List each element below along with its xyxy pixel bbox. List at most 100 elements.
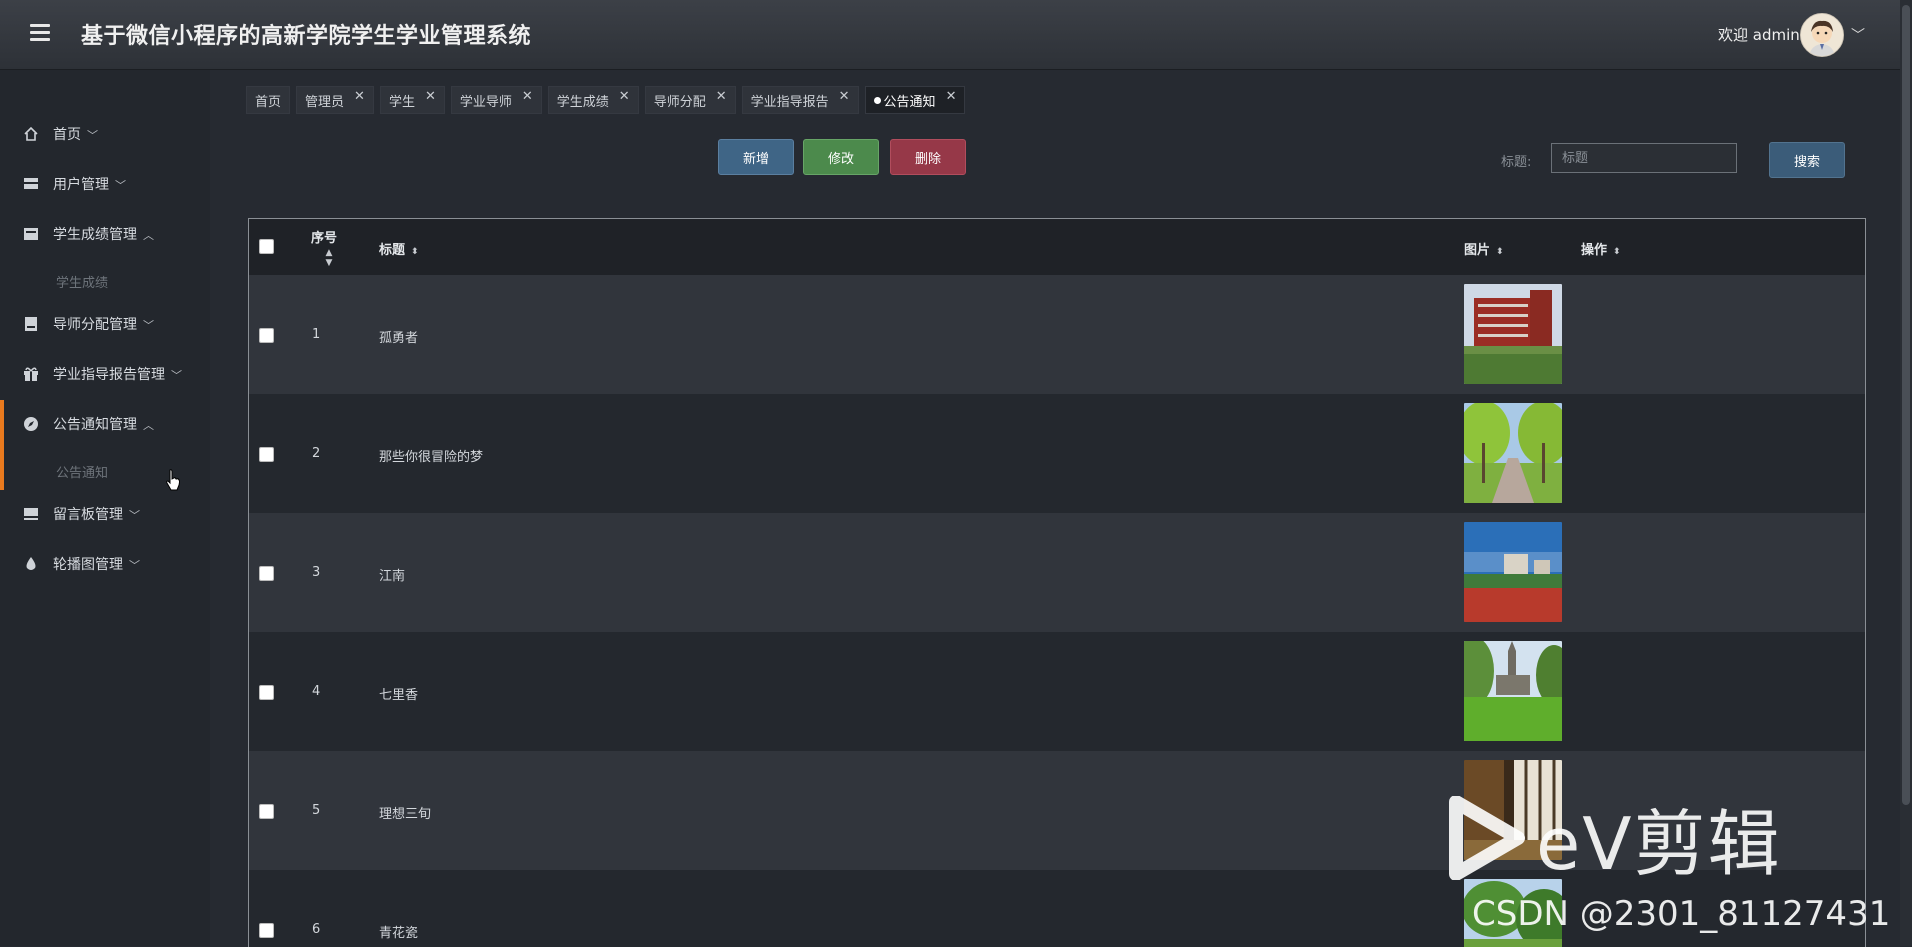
search-button[interactable]: 搜索 [1769,142,1845,178]
row-checkbox[interactable] [259,328,274,343]
add-button[interactable]: 新增 [718,139,794,175]
row-index: 6 [312,922,321,937]
column-header-title[interactable]: 标题 ⬍ [379,239,419,258]
chevron-down-icon: ﹀ [115,179,126,192]
table-header: 序号 ▲ ▼ 标题 ⬍ 图片 ⬍ 操作 ⬍ [249,219,1865,275]
search-input[interactable] [1551,143,1737,173]
close-icon[interactable]: ✕ [839,89,850,104]
row-index: 1 [312,327,321,342]
row-title: 那些你很冒险的梦 [379,450,484,465]
close-icon[interactable]: ✕ [425,89,436,104]
table-row[interactable]: 4 七里香 [249,632,1865,751]
grade-icon [22,225,40,243]
church-lawn-photo[interactable] [1464,641,1562,741]
row-title: 孤勇者 [379,331,419,346]
tab-grade[interactable]: 学生成绩 ✕ [547,86,639,114]
sidebar-item-grade-manage[interactable]: 学生成绩管理 ︿ [0,214,210,254]
tree-road-photo[interactable] [1464,403,1562,503]
tab-home[interactable]: 首页 [246,86,291,114]
row-checkbox[interactable] [259,566,274,581]
table-row[interactable]: 2 那些你很冒险的梦 [249,394,1865,513]
row-title: 青花瓷 [379,926,419,941]
row-checkbox[interactable] [259,685,274,700]
row-index: 3 [312,565,321,580]
row-title: 七里香 [379,688,419,703]
page-scrollbar[interactable] [1900,0,1912,946]
ev-watermark: eV剪辑 [1448,785,1782,890]
sidebar-item-user-manage[interactable]: 用户管理 ﹀ [0,164,210,204]
sort-icon: ⬍ [1496,247,1504,257]
campus-track-photo[interactable] [1464,522,1562,622]
row-checkbox[interactable] [259,804,274,819]
chevron-up-icon: ︿ [143,229,154,242]
close-icon[interactable]: ✕ [946,89,957,104]
app-title: 基于微信小程序的高新学院学生学业管理系统 [81,24,532,49]
home-icon [22,125,40,143]
close-icon[interactable]: ✕ [716,89,727,104]
sidebar: 首页 ﹀ 用户管理 ﹀ 学生成绩管理 ︿ 学生成绩 导师分配管理 ﹀ 学业指导报告管理 ﹀… [0,70,210,946]
gift-icon [22,365,40,383]
table-row[interactable]: 3 江南 [249,513,1865,632]
user-dropdown-chevron-icon[interactable]: ﹀ [1851,25,1865,45]
top-header: 基于微信小程序的高新学院学生学业管理系统 欢迎 admin ﹀ [0,0,1912,70]
sidebar-item-notice-manage[interactable]: 公告通知管理 ︿ [0,400,210,490]
chevron-down-icon: ﹀ [87,129,98,142]
avatar[interactable] [1800,13,1844,57]
tutor-icon [22,315,40,333]
sidebar-item-label: 用户管理 [53,177,109,193]
column-header-action[interactable]: 操作 ⬍ [1581,239,1621,258]
tab-assign[interactable]: 导师分配 ✕ [644,86,736,114]
row-index: 2 [312,446,321,461]
sidebar-item-home[interactable]: 首页 ﹀ [0,114,210,154]
row-checkbox[interactable] [259,447,274,462]
sort-icon: ⬍ [411,247,419,257]
sidebar-item-tutor-assign[interactable]: 导师分配管理 ﹀ [0,304,210,344]
table-row[interactable]: 1 孤勇者 [249,275,1865,394]
sidebar-item-message-board[interactable]: 留言板管理 ﹀ [0,494,210,534]
tab-report[interactable]: 学业指导报告 ✕ [741,86,859,114]
building-photo[interactable] [1464,284,1562,384]
sidebar-item-label: 学业指导报告管理 [53,367,165,383]
sidebar-item-report-manage[interactable]: 学业指导报告管理 ﹀ [0,354,210,394]
sidebar-item-carousel[interactable]: 轮播图管理 ﹀ [0,544,210,584]
column-header-image[interactable]: 图片 ⬍ [1464,239,1504,258]
tab-tutor[interactable]: 学业导师 ✕ [450,86,542,114]
chevron-down-icon: ﹀ [129,559,140,572]
chevron-down-icon: ﹀ [143,319,154,332]
row-title: 理想三旬 [379,807,432,822]
avatar-image [1801,14,1843,56]
close-icon[interactable]: ✕ [354,89,365,104]
ev-watermark-text: eV剪辑 [1536,802,1782,886]
play-logo-icon [1449,795,1525,880]
tab-admin[interactable]: 管理员 ✕ [296,86,374,114]
drop-icon [22,555,40,573]
close-icon[interactable]: ✕ [619,89,630,104]
sidebar-subitem-notice[interactable]: 公告通知 [56,462,108,481]
menu-toggle-icon[interactable] [30,24,50,42]
edit-button[interactable]: 修改 [803,139,879,175]
hand-cursor-icon [166,469,180,491]
sidebar-item-label: 留言板管理 [53,507,123,523]
chevron-down-icon: ﹀ [129,509,140,522]
sort-icon: ⬍ [1613,247,1621,257]
welcome-text: 欢迎 admin [1718,26,1800,44]
sort-icon: ▲ ▼ [325,248,333,268]
tab-student[interactable]: 学生 ✕ [379,86,445,114]
close-icon[interactable]: ✕ [522,89,533,104]
chevron-up-icon: ︿ [143,419,154,432]
sidebar-item-label: 导师分配管理 [53,317,137,333]
scrollbar-thumb[interactable] [1902,5,1910,805]
sidebar-item-label: 轮播图管理 [53,557,123,573]
sidebar-subitem-student-grade[interactable]: 学生成绩 [56,272,108,291]
board-icon [22,505,40,523]
column-header-index[interactable]: 序号 ▲ ▼ [311,227,337,268]
row-checkbox[interactable] [259,923,274,938]
row-index: 5 [312,803,321,818]
delete-button[interactable]: 删除 [890,139,966,175]
row-title: 江南 [379,569,406,584]
user-manage-icon [22,175,40,193]
csdn-watermark: CSDN @2301_81127431 [1472,894,1891,934]
select-all-checkbox[interactable] [259,239,274,254]
tab-notice[interactable]: 公告通知 ✕ [864,86,966,114]
chevron-down-icon: ﹀ [171,369,182,382]
